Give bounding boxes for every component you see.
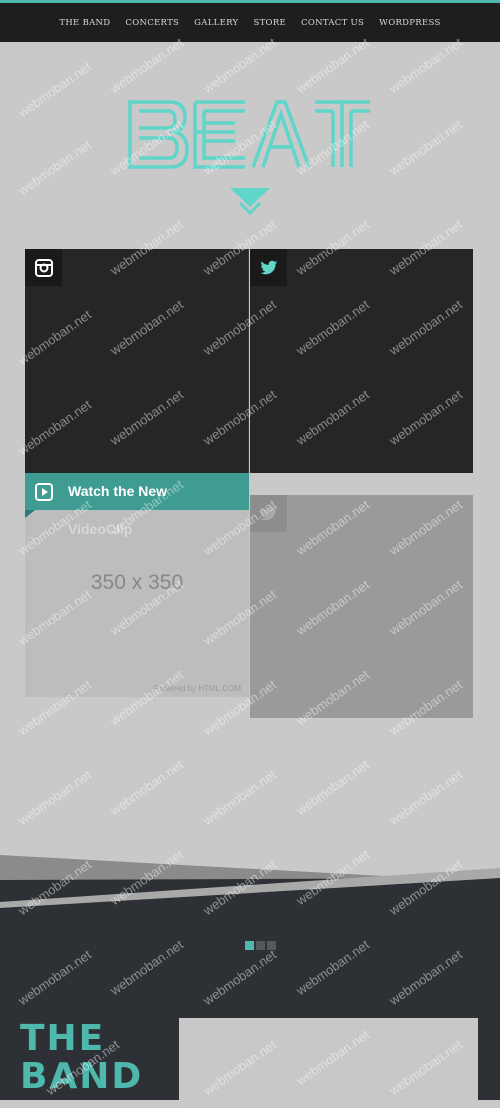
top-nav-bar: THE BAND CONCERTS GALLERY STORE CONTACT … xyxy=(0,0,500,42)
nav-contact-us[interactable]: CONTACT US xyxy=(301,18,364,28)
watermark: webmoban.net xyxy=(107,756,186,819)
main-nav: THE BAND CONCERTS GALLERY STORE CONTACT … xyxy=(0,3,500,42)
watermark: webmoban.net xyxy=(15,136,94,199)
watermark: webmoban.net xyxy=(15,766,94,829)
twitter-light-tile[interactable] xyxy=(250,495,473,718)
watermark: webmoban.net xyxy=(293,34,372,97)
video-icon-box xyxy=(25,473,62,510)
beat-logo[interactable] xyxy=(125,92,375,222)
slider-dots xyxy=(245,941,276,950)
image-placeholder-label: 350 x 350 xyxy=(90,571,184,594)
instagram-icon xyxy=(34,258,53,277)
nav-gallery[interactable]: GALLERY xyxy=(194,18,238,28)
video-banner[interactable]: Watch the New xyxy=(25,473,249,518)
twitter-tab[interactable] xyxy=(250,249,287,286)
watermark: webmoban.net xyxy=(200,766,279,829)
nav-concerts[interactable]: CONCERTS xyxy=(125,18,179,28)
nav-store[interactable]: STORE xyxy=(253,18,286,28)
powered-by-text: Powered by HTML.COM xyxy=(153,684,241,693)
play-icon xyxy=(34,482,53,501)
twitter-icon xyxy=(259,506,277,520)
slider-dot-2[interactable] xyxy=(256,941,265,950)
twitter-icon xyxy=(259,260,277,274)
slider-dot-1[interactable] xyxy=(245,941,254,950)
watermark: webmoban.net xyxy=(107,34,186,97)
slider-dot-3[interactable] xyxy=(267,941,276,950)
video-subtitle: VideoClip xyxy=(68,521,133,537)
video-title: Watch the New xyxy=(68,483,168,499)
watermark: webmoban.net xyxy=(15,58,94,121)
instagram-tile[interactable] xyxy=(25,249,249,473)
watermark: webmoban.net xyxy=(386,116,465,179)
video-tile[interactable]: Watch the New VideoClip 350 x 350 Powere… xyxy=(25,473,249,697)
watermark: webmoban.net xyxy=(200,34,279,97)
watermark: webmoban.net xyxy=(386,34,465,97)
watermark: webmoban.net xyxy=(293,756,372,819)
band-content-box xyxy=(179,1018,478,1108)
band-heading: THE BAND xyxy=(20,1020,143,1096)
nav-wordpress[interactable]: WORDPRESS xyxy=(379,18,440,28)
band-heading-line2: BAND xyxy=(20,1056,144,1097)
band-heading-line1: THE xyxy=(20,1018,106,1059)
watermark: webmoban.net xyxy=(386,766,465,829)
twitter-tile[interactable] xyxy=(250,249,473,473)
nav-the-band[interactable]: THE BAND xyxy=(59,18,110,28)
twitter-light-tab[interactable] xyxy=(250,495,287,532)
instagram-tab[interactable] xyxy=(25,249,62,286)
